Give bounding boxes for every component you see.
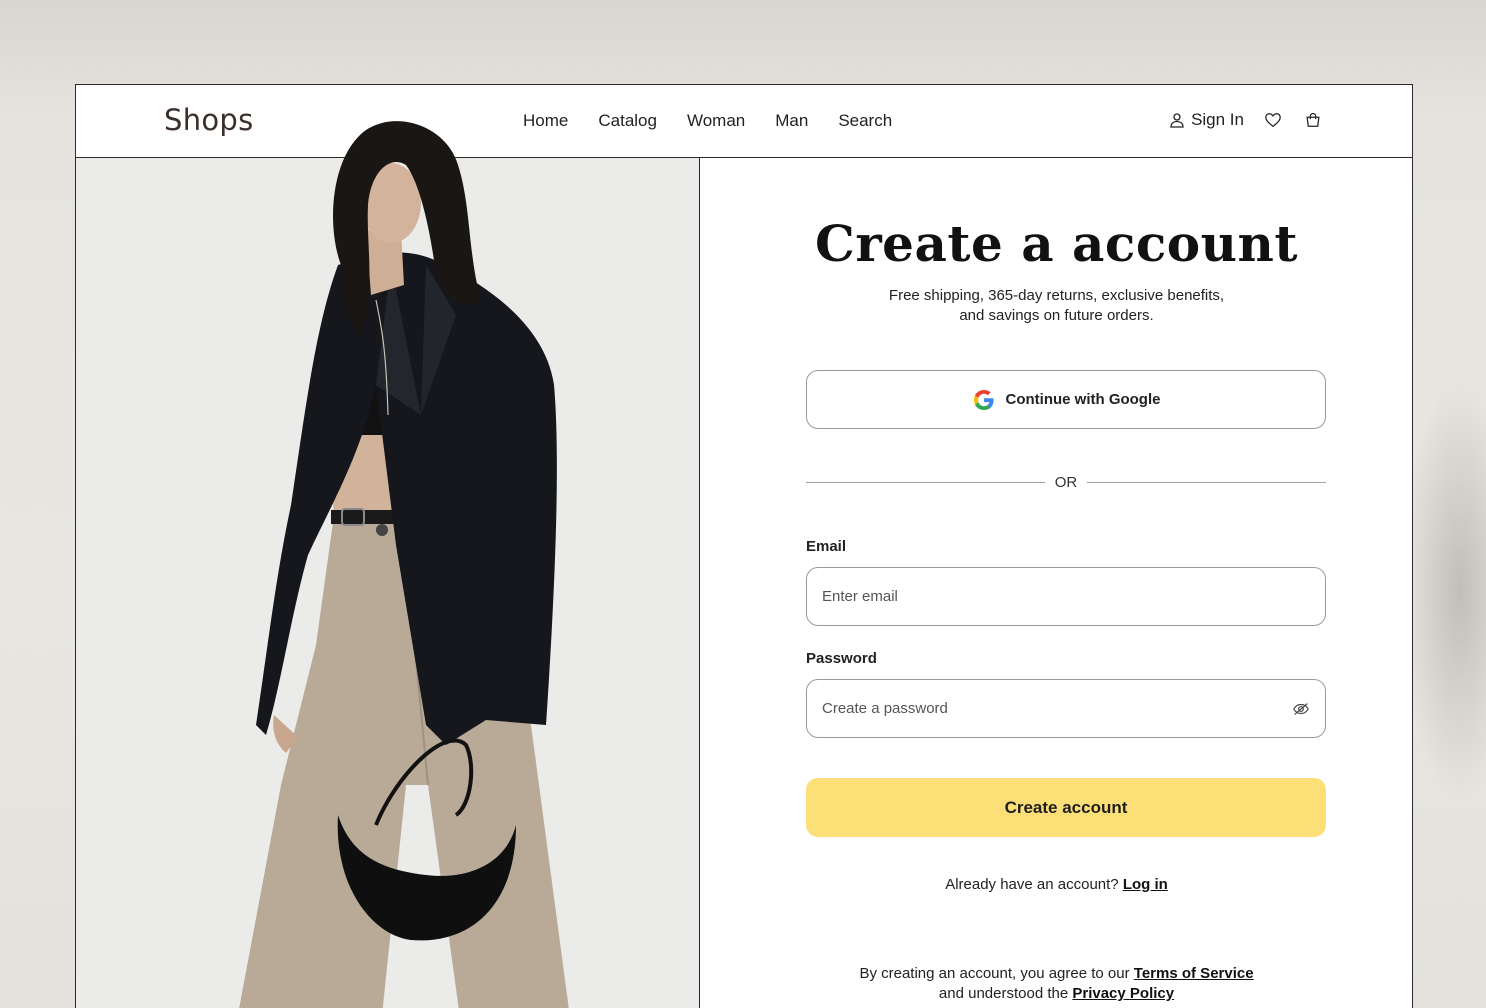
terms-of-service-link[interactable]: Terms of Service <box>1134 965 1254 982</box>
nav-man[interactable]: Man <box>775 111 808 131</box>
password-field[interactable] <box>822 700 1292 717</box>
continue-with-google-button[interactable]: Continue with Google <box>806 370 1326 429</box>
privacy-policy-link[interactable]: Privacy Policy <box>1072 985 1174 1002</box>
cart-button[interactable] <box>1302 109 1324 131</box>
sign-in-label: Sign In <box>1191 110 1244 129</box>
terms-notice: By creating an account, you agree to our… <box>701 964 1412 1004</box>
privacy-prefix: and understood the <box>938 985 1069 1002</box>
header-actions: Sign In <box>1169 109 1324 131</box>
shopping-bag-icon <box>1306 112 1320 127</box>
model-photo <box>239 121 569 1008</box>
create-account-button[interactable]: Create account <box>806 778 1326 837</box>
email-field[interactable] <box>822 588 1310 605</box>
hero-image-panel <box>76 121 700 1008</box>
divider-line-right <box>1087 482 1326 483</box>
page-title: Create a account <box>815 214 1298 273</box>
email-field-wrapper <box>806 567 1326 626</box>
heart-icon <box>1265 113 1281 128</box>
email-label: Email <box>806 538 847 555</box>
subtitle-line-1: Free shipping, 365-day returns, exclusiv… <box>888 287 1225 304</box>
or-divider: OR <box>806 472 1326 492</box>
sign-in-link[interactable]: Sign In <box>1169 110 1244 130</box>
have-account-text: Already have an account? <box>945 876 1119 893</box>
nav-search[interactable]: Search <box>838 111 892 131</box>
subtitle-line-2: and savings on future orders. <box>959 307 1154 324</box>
terms-prefix: By creating an account, you agree to our <box>859 965 1130 982</box>
login-link[interactable]: Log in <box>1123 876 1168 893</box>
login-prompt: Already have an account? Log in <box>701 876 1412 893</box>
wishlist-button[interactable] <box>1262 109 1284 131</box>
password-field-wrapper <box>806 679 1326 738</box>
google-icon <box>973 389 994 410</box>
signup-form-panel: Create a account Free shipping, 365-day … <box>701 158 1412 1008</box>
eye-off-icon[interactable] <box>1292 700 1310 718</box>
user-icon <box>1170 113 1184 128</box>
google-button-label: Continue with Google <box>1005 391 1161 408</box>
page-frame: Shops Home Catalog Woman Man Search Sign… <box>75 84 1413 1008</box>
page-subtitle: Free shipping, 365-day returns, exclusiv… <box>881 286 1232 326</box>
password-label: Password <box>806 650 877 667</box>
